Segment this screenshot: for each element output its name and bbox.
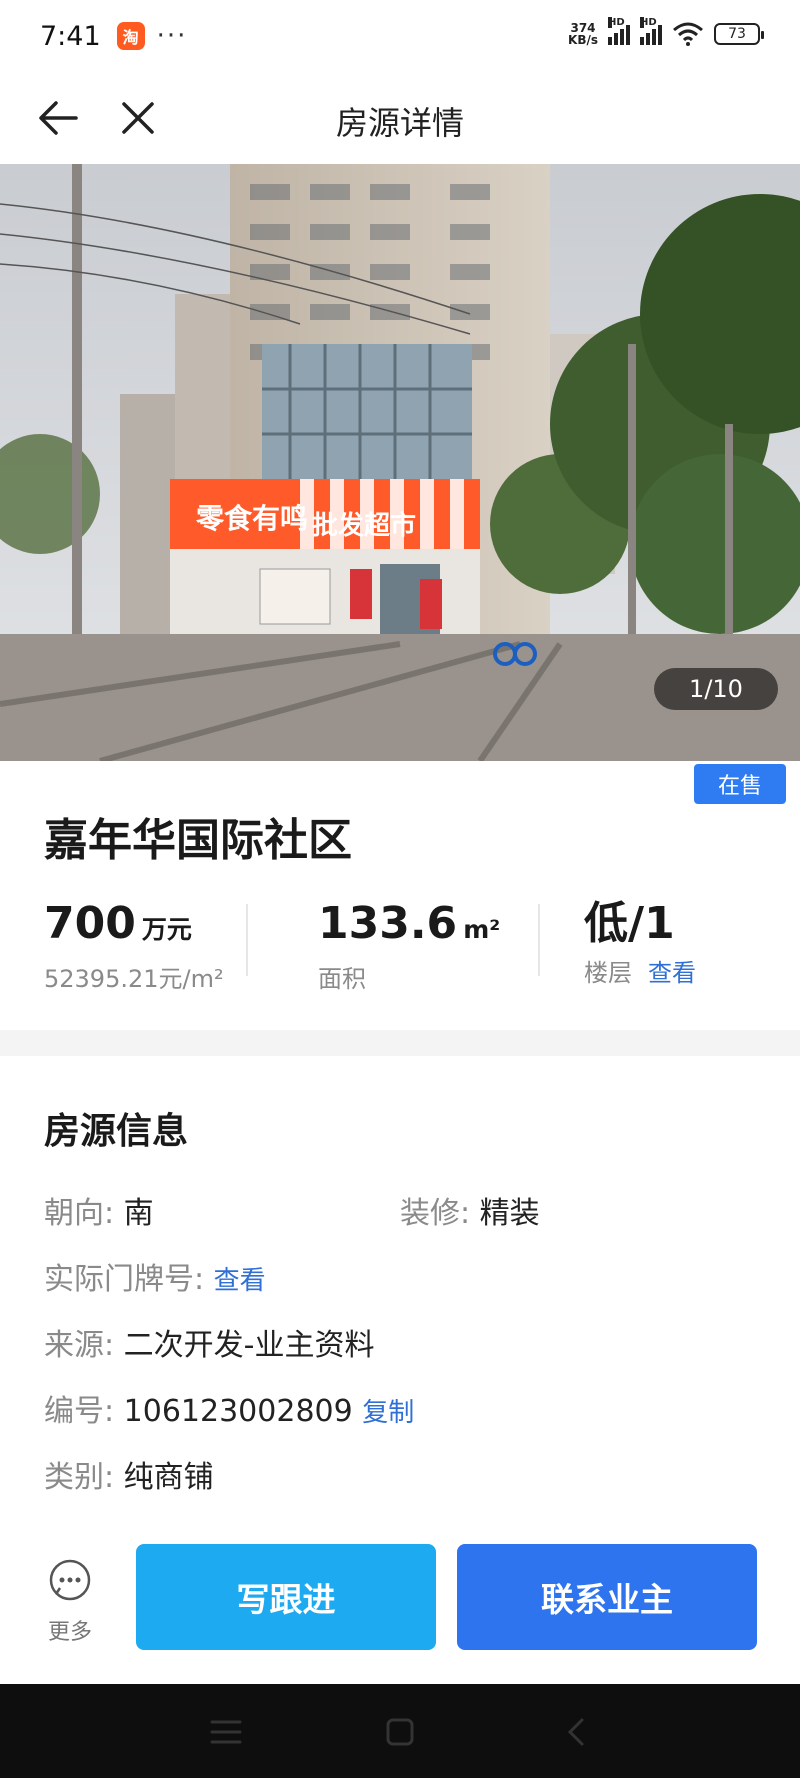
store-sign-text: 批发超市 bbox=[312, 510, 416, 541]
price-stat: 700 万元 52395.21元/m² bbox=[44, 896, 224, 996]
door-number-row: 实际门牌号: 查看 bbox=[44, 1260, 266, 1301]
orientation-value: 南 bbox=[123, 1196, 154, 1231]
door-number-view-link[interactable]: 查看 bbox=[214, 1266, 266, 1296]
network-speed: 374 KB/s bbox=[568, 22, 598, 46]
orientation-label: 朝向: bbox=[44, 1196, 115, 1231]
more-notifications-icon: ··· bbox=[156, 21, 188, 51]
category-value: 纯商铺 bbox=[123, 1460, 214, 1495]
orientation-row: 朝向: 南 bbox=[44, 1194, 154, 1234]
photo-counter: 1/10 bbox=[654, 668, 778, 710]
source-row: 来源: 二次开发-业主资料 bbox=[44, 1326, 374, 1366]
id-row: 编号: 106123002809 复制 bbox=[44, 1392, 414, 1433]
back-icon[interactable] bbox=[556, 1714, 596, 1750]
price-value: 700 bbox=[44, 898, 136, 949]
action-bar: 更多 写跟进 联系业主 bbox=[0, 1538, 800, 1668]
decoration-label: 装修: bbox=[400, 1196, 471, 1231]
more-chat-icon bbox=[49, 1559, 91, 1601]
signal-icon: HD bbox=[608, 17, 630, 45]
id-value: 106123002809 bbox=[123, 1394, 353, 1429]
signal-hd-label-2: HD bbox=[640, 17, 657, 28]
listing-title: 嘉年华国际社区 bbox=[44, 815, 352, 866]
area-stat: 133.6 m² 面积 bbox=[318, 896, 500, 996]
category-label: 类别: bbox=[44, 1460, 115, 1495]
source-value: 二次开发-业主资料 bbox=[123, 1328, 375, 1363]
stat-divider bbox=[246, 904, 248, 976]
decoration-value: 精装 bbox=[479, 1196, 540, 1231]
category-row: 类别: 纯商铺 bbox=[44, 1458, 214, 1498]
copy-id-link[interactable]: 复制 bbox=[362, 1398, 414, 1428]
floor-label: 楼层 bbox=[584, 959, 632, 987]
floor-stat: 低/1 楼层 查看 bbox=[584, 896, 696, 990]
signal-hd-label: HD bbox=[608, 17, 625, 28]
floor-view-link[interactable]: 查看 bbox=[648, 959, 696, 987]
more-label: 更多 bbox=[47, 1620, 92, 1645]
area-unit: m² bbox=[463, 915, 501, 944]
price-unit: 万元 bbox=[141, 915, 192, 944]
write-followup-button[interactable]: 写跟进 bbox=[136, 1544, 436, 1650]
section-title: 房源信息 bbox=[44, 1111, 189, 1152]
home-icon[interactable] bbox=[380, 1714, 420, 1750]
taobao-app-icon: 淘 bbox=[116, 22, 145, 50]
store-sign-brand: 零食有鸣 bbox=[196, 502, 308, 535]
more-button[interactable]: 更多 bbox=[40, 1558, 100, 1646]
system-nav-bar bbox=[0, 1684, 800, 1778]
wifi-icon bbox=[673, 22, 703, 46]
status-time: 7:41 bbox=[40, 20, 101, 52]
door-number-label: 实际门牌号: bbox=[44, 1262, 205, 1297]
status-indicators: 374 KB/s HD HD 73 bbox=[568, 17, 764, 46]
network-speed-unit: KB/s bbox=[568, 33, 598, 47]
unit-price: 52395.21元/m² bbox=[44, 965, 224, 993]
signal-icon-2: HD bbox=[640, 17, 662, 45]
status-badge: 在售 bbox=[694, 764, 786, 804]
id-label: 编号: bbox=[44, 1394, 115, 1429]
area-label: 面积 bbox=[318, 965, 366, 993]
page-title: 房源详情 bbox=[335, 104, 464, 142]
battery-icon: 73 bbox=[714, 23, 764, 45]
section-divider bbox=[0, 1030, 800, 1056]
source-label: 来源: bbox=[44, 1328, 115, 1363]
decoration-row: 装修: 精装 bbox=[400, 1194, 540, 1234]
key-stats: 700 万元 52395.21元/m² 133.6 m² 面积 低/1 楼层 查看 bbox=[0, 896, 800, 1006]
stat-divider bbox=[538, 904, 540, 976]
floor-value: 低/1 bbox=[584, 898, 675, 949]
listing-photo-carousel[interactable]: 零食有鸣 批发超市 1/10 bbox=[0, 164, 800, 761]
nav-bar: 房源详情 bbox=[0, 72, 800, 164]
contact-owner-button[interactable]: 联系业主 bbox=[457, 1544, 757, 1650]
area-value: 133.6 bbox=[318, 898, 458, 949]
status-bar: 7:41 淘 ··· 374 KB/s HD HD 73 bbox=[0, 0, 800, 72]
menu-icon[interactable] bbox=[206, 1714, 246, 1750]
